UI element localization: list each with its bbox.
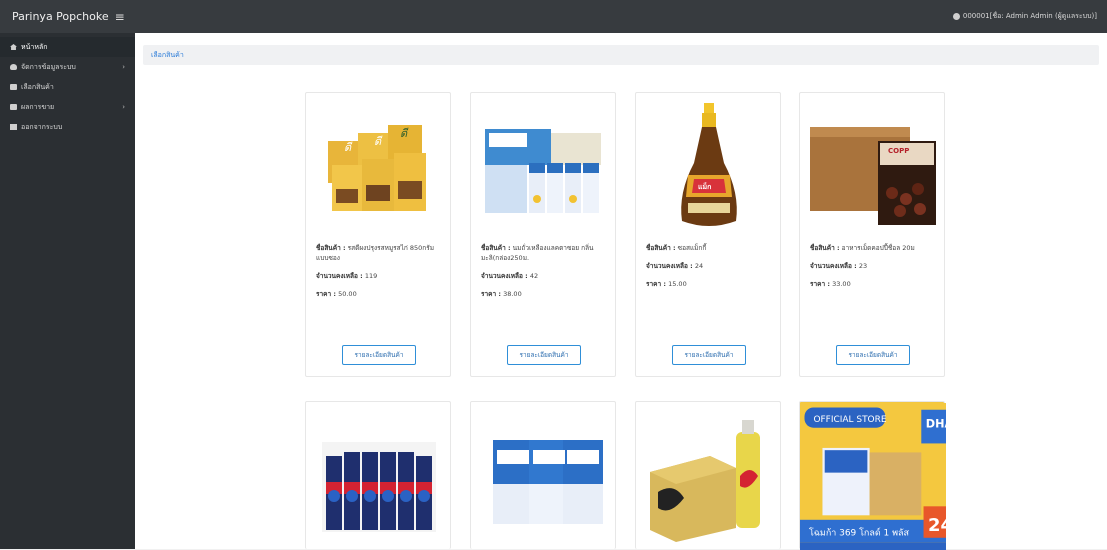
product-card [305, 401, 451, 549]
stock-label: จำนวนคงเหลือ : [646, 262, 693, 270]
product-stock: 23 [858, 262, 868, 270]
sponsor-drink-image [650, 420, 760, 542]
product-name: ซอสแม็กกี้ [677, 244, 707, 252]
product-price: 38.00 [503, 290, 522, 298]
name-label: ชื่อสินค้า : [481, 244, 511, 252]
breadcrumb-label[interactable]: เลือกสินค้า [151, 50, 184, 61]
product-detail-button[interactable]: รายละเอียดสินค้า [507, 345, 581, 365]
product-card: ชื่อสินค้า : นมถั่วเหลืองแลคตาซอย กลิ่นม… [470, 92, 616, 377]
sidebar-item-logout[interactable]: ออกจากระบบ [0, 117, 135, 137]
snack-box-image: COPP [810, 127, 936, 225]
product-info: ชื่อสินค้า : รสดีผงปรุงรสหมูรสไก่ 850กรั… [316, 243, 444, 307]
product-detail-button[interactable]: รายละเอียดสินค้า [342, 345, 416, 365]
product-card [635, 401, 781, 549]
user-text: 000001[ชื่อ: Admin Admin (ผู้ดูแลระบบ)] [962, 12, 1097, 20]
dha-milk-promo-image: OFFICIAL STORE DHA โฉมก้า 369 โกลด์ 1 พล… [800, 403, 946, 550]
name-label: ชื่อสินค้า : [810, 244, 840, 252]
sidebar-item-label: ผลการขาย [21, 102, 55, 111]
milk-packs-image [493, 440, 603, 524]
seasoning-packs-image: ดี ดี ดี [328, 125, 426, 211]
product-price: 33.00 [832, 280, 851, 288]
user-circle-icon [952, 13, 960, 20]
product-detail-button[interactable]: รายละเอียดสินค้า [836, 345, 910, 365]
chevron-right-icon: › [122, 103, 125, 111]
breadcrumb: เลือกสินค้า [143, 45, 1099, 65]
sidebar-item-sales[interactable]: ผลการขาย › [0, 97, 135, 117]
brand-name[interactable]: Parinya Popchoke [12, 10, 109, 23]
main-content: เลือกสินค้า [135, 33, 1107, 549]
price-label: ราคา : [646, 280, 667, 288]
hamburger-icon[interactable]: ≡ [115, 10, 125, 24]
product-detail-button[interactable]: รายละเอียดสินค้า [672, 345, 746, 365]
sidebar-item-label: หน้าหลัก [21, 42, 48, 51]
product-name: อาหารเม็ดคอปปี้ชื่อล 20ม [841, 244, 915, 252]
product-price: 50.00 [338, 290, 357, 298]
sidebar-item-home[interactable]: หน้าหลัก [0, 37, 135, 57]
promo-text: โฉมก้า 369 โกลด์ 1 พลัส [809, 527, 910, 539]
user-info[interactable]: 000001[ชื่อ: Admin Admin (ผู้ดูแลระบบ)] [952, 11, 1107, 22]
price-label: ราคา : [481, 290, 502, 298]
price-label: ราคา : [810, 280, 831, 288]
shopping-icon [10, 84, 17, 90]
svg-text:OFFICIAL STORE: OFFICIAL STORE [813, 415, 886, 425]
top-navbar: Parinya Popchoke ≡ 000001[ชื่อ: Admin Ad… [0, 0, 1107, 33]
pepsi-bottles-image [322, 442, 436, 532]
product-stock: 42 [529, 272, 539, 280]
chevron-right-icon: › [122, 63, 125, 71]
svg-text:แม็ก: แม็ก [698, 182, 711, 191]
price-label: ราคา : [316, 290, 337, 298]
sidebar-item-label: ออกจากระบบ [21, 122, 63, 131]
sidebar: หน้าหลัก จัดการข้อมูลระบบ › เลือกสินค้า … [0, 33, 135, 549]
home-icon [10, 44, 17, 50]
product-info: ชื่อสินค้า : ซอสแม็กกี้ จำนวนคงเหลือ : 2… [646, 243, 774, 297]
product-info: ชื่อสินค้า : นมถั่วเหลืองแลคตาซอย กลิ่นม… [481, 243, 609, 307]
product-price: 15.00 [668, 280, 687, 288]
promo-number: 24 [928, 515, 946, 536]
stock-label: จำนวนคงเหลือ : [316, 272, 363, 280]
sidebar-item-select-product[interactable]: เลือกสินค้า [0, 77, 135, 97]
cart-icon [10, 104, 17, 110]
sidebar-item-manage[interactable]: จัดการข้อมูลระบบ › [0, 57, 135, 77]
product-stock: 119 [364, 272, 378, 280]
product-info: ชื่อสินค้า : อาหารเม็ดคอปปี้ชื่อล 20ม จำ… [810, 243, 938, 297]
brand[interactable]: Parinya Popchoke ≡ [0, 10, 135, 24]
logout-icon [10, 124, 17, 130]
name-label: ชื่อสินค้า : [316, 244, 346, 252]
stock-label: จำนวนคงเหลือ : [481, 272, 528, 280]
product-card: แม็ก ชื่อสินค้า : ซอสแม็กกี้ จำนวนคงเหลื… [635, 92, 781, 377]
svg-text:COPP: COPP [888, 147, 909, 155]
sidebar-item-label: เลือกสินค้า [21, 82, 54, 91]
stock-label: จำนวนคงเหลือ : [810, 262, 857, 270]
promo-badge-text: DHA [926, 418, 946, 431]
user-icon [10, 64, 17, 70]
product-card: ดี ดี ดี ชื่อสินค้า : รสดีผงปรุงรสหมูรสไ… [305, 92, 451, 377]
product-card: COPP ชื่อสินค้า : อาหารเม็ดคอปปี้ชื่อล 2… [799, 92, 945, 377]
product-stock: 24 [694, 262, 704, 270]
name-label: ชื่อสินค้า : [646, 244, 676, 252]
sidebar-item-label: จัดการข้อมูลระบบ [21, 62, 76, 71]
sauce-bottle-image: แม็ก [681, 103, 737, 226]
soymilk-box-image [485, 129, 601, 213]
product-card [470, 401, 616, 549]
product-card: OFFICIAL STORE DHA โฉมก้า 369 โกลด์ 1 พล… [799, 401, 946, 550]
